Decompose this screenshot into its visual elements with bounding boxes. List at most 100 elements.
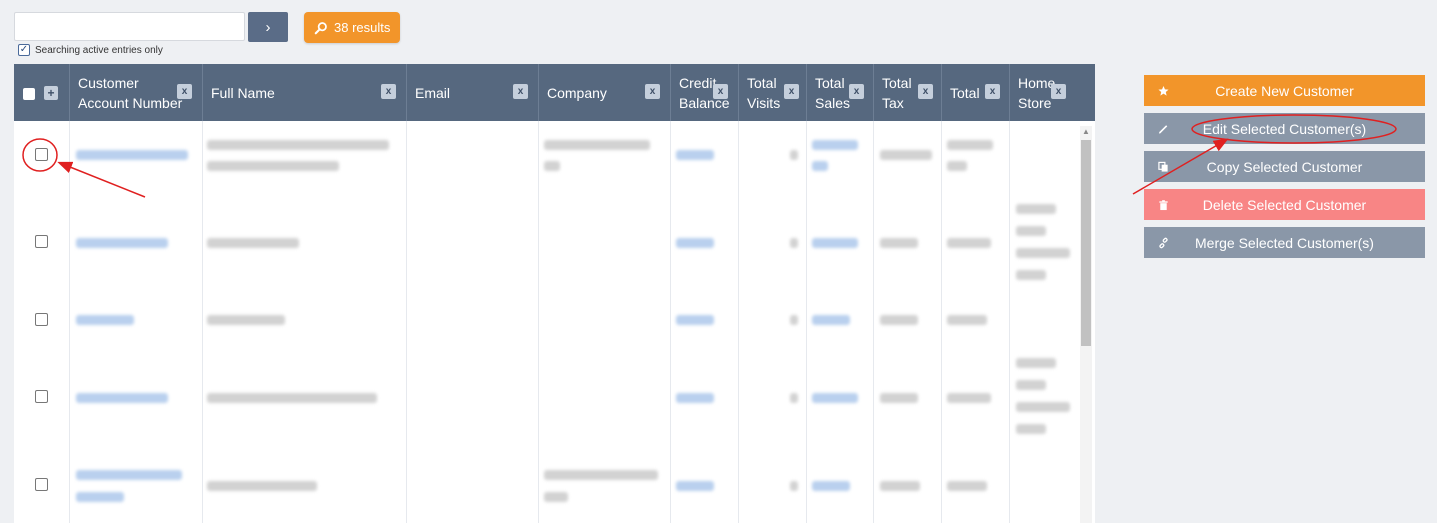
column-divider — [406, 121, 407, 523]
column-header-account[interactable]: Customer Account Number x — [70, 64, 203, 121]
create-new-customer-button[interactable]: Create New Customer — [1144, 75, 1425, 106]
blurred-credit — [676, 150, 714, 160]
blurred-full-name — [207, 140, 389, 150]
blurred-company — [544, 161, 560, 171]
scroll-up-arrow-icon[interactable]: ▲ — [1082, 127, 1090, 136]
remove-column-visits-button[interactable]: x — [784, 84, 799, 99]
blurred-full-name — [207, 161, 339, 171]
column-label-visits: Total Visits — [747, 74, 781, 111]
active-only-label: Searching active entries only — [35, 44, 163, 56]
edit-selected-customers-button[interactable]: Edit Selected Customer(s) — [1144, 113, 1425, 144]
copy-icon — [1158, 161, 1168, 172]
remove-column-tax-button[interactable]: x — [918, 84, 933, 99]
blurred-tax — [880, 393, 918, 403]
row-select-checkbox[interactable] — [35, 390, 48, 403]
blurred-account[interactable] — [76, 315, 134, 325]
blurred-total — [947, 140, 993, 150]
blurred-full-name — [207, 238, 299, 248]
table-header: + Customer Account Number x Full Name x … — [14, 64, 1095, 121]
column-header-email[interactable]: Email x — [407, 64, 539, 121]
scrollbar-thumb[interactable] — [1081, 140, 1091, 346]
remove-column-credit-button[interactable]: x — [713, 84, 728, 99]
column-divider — [738, 121, 739, 523]
column-divider — [806, 121, 807, 523]
blurred-account[interactable] — [76, 470, 182, 480]
column-label-tax: Total Tax — [882, 74, 912, 111]
merge-selected-customers-button[interactable]: Merge Selected Customer(s) — [1144, 227, 1425, 258]
blurred-store — [1016, 248, 1070, 258]
column-divider — [873, 121, 874, 523]
remove-column-company-button[interactable]: x — [645, 84, 660, 99]
column-label-company: Company — [547, 84, 607, 101]
select-column-header: + — [14, 64, 70, 121]
copy-selected-customer-button[interactable]: Copy Selected Customer — [1144, 151, 1425, 182]
blurred-tax — [880, 481, 920, 491]
delete-selected-customer-button[interactable]: Delete Selected Customer — [1144, 189, 1425, 220]
blurred-sales — [812, 315, 850, 325]
column-header-credit[interactable]: Credit Balance x — [671, 64, 739, 121]
row-select-checkbox[interactable] — [35, 313, 48, 326]
blurred-full-name — [207, 481, 317, 491]
column-divider — [941, 121, 942, 523]
results-badge: 38 results — [304, 12, 401, 43]
blurred-sales — [812, 393, 858, 403]
remove-column-full-name-button[interactable]: x — [381, 84, 396, 99]
pencil-icon — [1158, 124, 1168, 134]
merge-selected-customers-label: Merge Selected Customer(s) — [1195, 234, 1374, 251]
active-only-filter[interactable]: ✓ Searching active entries only — [18, 44, 163, 56]
column-divider — [69, 121, 70, 523]
column-divider — [538, 121, 539, 523]
blurred-sales — [812, 481, 850, 491]
column-header-tax[interactable]: Total Tax x — [874, 64, 942, 121]
blurred-account[interactable] — [76, 492, 124, 502]
blurred-account[interactable] — [76, 393, 168, 403]
add-column-button[interactable]: + — [44, 86, 58, 100]
row-select-checkbox[interactable] — [35, 148, 48, 161]
blurred-company — [544, 492, 568, 502]
blurred-total — [947, 238, 991, 248]
blurred-sales — [812, 140, 858, 150]
column-label-total: Total — [950, 84, 980, 101]
search-icon — [314, 21, 327, 34]
link-icon — [1159, 237, 1168, 248]
row-select-checkbox[interactable] — [35, 235, 48, 248]
column-header-full-name[interactable]: Full Name x — [203, 64, 407, 121]
column-label-full-name: Full Name — [211, 84, 275, 101]
remove-column-email-button[interactable]: x — [513, 84, 528, 99]
blurred-visits — [790, 481, 798, 491]
copy-selected-customer-label: Copy Selected Customer — [1206, 158, 1363, 175]
blurred-credit — [676, 393, 714, 403]
column-header-total[interactable]: Total x — [942, 64, 1010, 121]
blurred-total — [947, 315, 987, 325]
column-header-visits[interactable]: Total Visits x — [739, 64, 807, 121]
search-input[interactable] — [14, 12, 245, 41]
active-only-checkbox[interactable]: ✓ — [18, 44, 30, 56]
blurred-visits — [790, 150, 798, 160]
blurred-company — [544, 140, 650, 150]
select-all-checkbox[interactable] — [23, 88, 35, 100]
search-go-button[interactable]: › — [248, 12, 288, 42]
star-icon — [1158, 85, 1169, 96]
blurred-credit — [676, 315, 714, 325]
remove-column-total-button[interactable]: x — [985, 84, 1000, 99]
remove-column-account-button[interactable]: x — [177, 84, 192, 99]
blurred-total — [947, 161, 967, 171]
blurred-store — [1016, 380, 1046, 390]
column-divider — [202, 121, 203, 523]
results-count: 38 results — [334, 20, 391, 35]
blurred-store — [1016, 226, 1046, 236]
column-label-email: Email — [415, 84, 451, 101]
blurred-full-name — [207, 315, 285, 325]
column-header-sales[interactable]: Total Sales x — [807, 64, 874, 121]
blurred-account[interactable] — [76, 238, 168, 248]
blurred-full-name — [207, 393, 377, 403]
delete-selected-customer-label: Delete Selected Customer — [1202, 196, 1367, 213]
column-header-company[interactable]: Company x — [539, 64, 671, 121]
blurred-store — [1016, 358, 1056, 368]
remove-column-sales-button[interactable]: x — [849, 84, 864, 99]
blurred-visits — [790, 238, 798, 248]
row-select-checkbox[interactable] — [35, 478, 48, 491]
remove-column-store-button[interactable]: x — [1051, 84, 1066, 99]
blurred-account[interactable] — [76, 150, 188, 160]
column-header-store[interactable]: Home Store x — [1010, 64, 1095, 121]
